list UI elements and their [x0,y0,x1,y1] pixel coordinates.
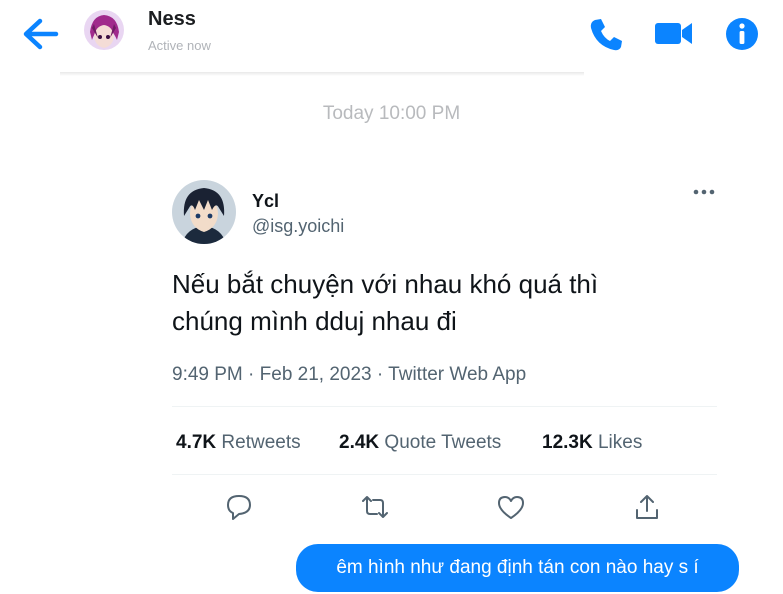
info-icon [726,18,758,50]
reply-button[interactable] [224,492,254,522]
share-button[interactable] [632,492,662,522]
chat-header: Ness Active now [0,0,783,72]
retweets-count: 4.7K [176,432,217,453]
like-button[interactable] [496,492,526,522]
likes-label: Likes [597,432,643,453]
tweet-author-name[interactable]: Ycl [252,191,279,212]
tweet-divider [172,406,717,407]
tweet-text-line: Nếu bắt chuyện với nhau khó quá thì [172,269,599,299]
share-icon [636,495,658,519]
outgoing-message-bubble[interactable]: êm hình như đang định tán con nào hay s … [296,544,739,592]
quote-tweets-stat[interactable]: 2.4K Quote Tweets [339,432,501,454]
tweet-author-handle[interactable]: @isg.yoichi [252,216,344,237]
video-camera-icon [655,23,692,44]
contact-avatar[interactable] [84,10,124,50]
shared-tweet-card[interactable]: Ycl @isg.yoichi Nếu bắt chuyện với nhau … [150,160,740,540]
call-button[interactable] [586,14,626,54]
tweet-author-avatar[interactable] [172,180,236,244]
likes-count: 12.3K [542,432,593,453]
retweets-label: Retweets [221,432,301,453]
tweet-divider [172,474,717,475]
like-icon [498,496,524,519]
video-call-button[interactable] [652,14,696,54]
retweet-icon [362,496,388,518]
tweet-text-line: chúng mình dduj nhau đi [172,306,457,336]
tweet-meta[interactable]: 9:49 PM · Feb 21, 2023 · Twitter Web App [172,364,526,386]
quote-tweets-label: Quote Tweets [384,432,502,453]
chat-timestamp: Today 10:00 PM [322,103,461,124]
back-button[interactable] [20,16,60,52]
quote-tweets-count: 2.4K [339,432,380,453]
contact-name[interactable]: Ness [148,8,196,31]
reply-icon [227,495,251,520]
retweet-button[interactable] [360,492,390,522]
tweet-more-button[interactable] [690,184,718,200]
contact-status: Active now [148,38,211,53]
tweet-text: Nếu bắt chuyện với nhau khó quá thì chún… [172,266,712,340]
phone-icon [590,19,622,51]
likes-stat[interactable]: 12.3K Likes [542,432,642,454]
more-horizontal-icon [693,189,715,195]
retweets-stat[interactable]: 4.7K Retweets [176,432,301,454]
header-divider [60,72,584,76]
back-arrow-icon [23,18,59,50]
info-button[interactable] [722,14,762,54]
